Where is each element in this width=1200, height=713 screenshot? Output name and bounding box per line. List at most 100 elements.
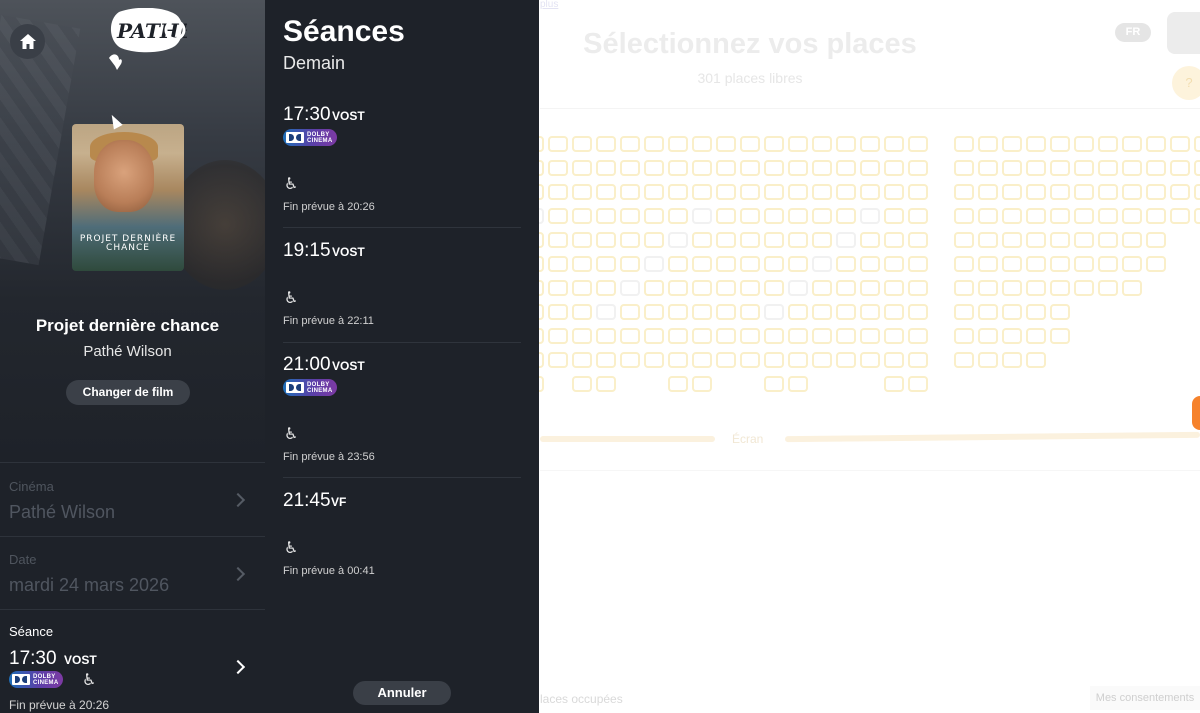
seat[interactable] xyxy=(692,328,712,344)
seat[interactable] xyxy=(954,352,974,368)
cart-button[interactable] xyxy=(1167,12,1200,54)
seat[interactable] xyxy=(572,208,592,224)
seat[interactable] xyxy=(668,328,688,344)
seat[interactable] xyxy=(692,376,712,392)
seat[interactable] xyxy=(692,232,712,248)
seat[interactable] xyxy=(812,280,832,296)
seat[interactable] xyxy=(1122,280,1142,296)
seat[interactable] xyxy=(596,184,616,200)
seat[interactable] xyxy=(1002,208,1022,224)
seat[interactable] xyxy=(954,280,974,296)
top-link[interactable]: plus xyxy=(540,0,558,10)
seat[interactable] xyxy=(978,136,998,152)
seat[interactable] xyxy=(764,160,784,176)
seat[interactable] xyxy=(548,208,568,224)
seat[interactable] xyxy=(740,328,760,344)
seat[interactable] xyxy=(788,328,808,344)
seat[interactable] xyxy=(884,136,904,152)
pathe-logo[interactable]: PATHÉ xyxy=(105,7,195,72)
home-button[interactable] xyxy=(10,24,45,59)
seat[interactable] xyxy=(1002,232,1022,248)
seat[interactable] xyxy=(1002,256,1022,272)
seat[interactable] xyxy=(954,304,974,320)
seat[interactable] xyxy=(1146,136,1166,152)
step-seance[interactable]: Séance 17:30 VOST DOLBY CINEMA ♿ Fin prév… xyxy=(0,609,265,713)
seat[interactable] xyxy=(812,328,832,344)
seat[interactable] xyxy=(1146,208,1166,224)
seat[interactable] xyxy=(644,184,664,200)
seat[interactable] xyxy=(788,160,808,176)
seat[interactable] xyxy=(692,160,712,176)
seat[interactable] xyxy=(716,208,736,224)
seat[interactable] xyxy=(978,352,998,368)
seat[interactable] xyxy=(1146,184,1166,200)
seat[interactable] xyxy=(860,328,880,344)
seat[interactable] xyxy=(596,352,616,368)
seat[interactable] xyxy=(548,136,568,152)
seat[interactable] xyxy=(692,280,712,296)
seat[interactable] xyxy=(620,352,640,368)
seat[interactable] xyxy=(836,232,856,248)
seat[interactable] xyxy=(812,256,832,272)
seat[interactable] xyxy=(884,184,904,200)
seat[interactable] xyxy=(788,352,808,368)
seat[interactable] xyxy=(788,136,808,152)
seat[interactable] xyxy=(548,184,568,200)
seat[interactable] xyxy=(740,184,760,200)
seat[interactable] xyxy=(1074,136,1094,152)
seat[interactable] xyxy=(978,304,998,320)
seat[interactable] xyxy=(1026,208,1046,224)
seat[interactable] xyxy=(596,328,616,344)
seat[interactable] xyxy=(572,352,592,368)
seat[interactable] xyxy=(572,232,592,248)
seat[interactable] xyxy=(716,328,736,344)
seat[interactable] xyxy=(954,136,974,152)
seat[interactable] xyxy=(860,160,880,176)
seat[interactable] xyxy=(884,328,904,344)
seat[interactable] xyxy=(596,232,616,248)
seat[interactable] xyxy=(692,256,712,272)
seat[interactable] xyxy=(668,352,688,368)
seat[interactable] xyxy=(572,328,592,344)
seat[interactable] xyxy=(548,352,568,368)
seat[interactable] xyxy=(978,328,998,344)
seat[interactable] xyxy=(836,280,856,296)
seat[interactable] xyxy=(548,256,568,272)
seat[interactable] xyxy=(1122,208,1142,224)
seat[interactable] xyxy=(764,304,784,320)
orange-side-button[interactable] xyxy=(1192,396,1200,430)
seat[interactable] xyxy=(572,160,592,176)
seat[interactable] xyxy=(740,232,760,248)
seat[interactable] xyxy=(620,304,640,320)
seat[interactable] xyxy=(860,184,880,200)
seat[interactable] xyxy=(644,208,664,224)
seat[interactable] xyxy=(1026,136,1046,152)
seat[interactable] xyxy=(740,136,760,152)
seat[interactable] xyxy=(572,184,592,200)
seat[interactable] xyxy=(668,208,688,224)
seat[interactable] xyxy=(1050,328,1070,344)
seat[interactable] xyxy=(788,232,808,248)
seat[interactable] xyxy=(884,352,904,368)
seat[interactable] xyxy=(908,256,928,272)
seat[interactable] xyxy=(1194,208,1200,224)
seat[interactable] xyxy=(668,256,688,272)
seat[interactable] xyxy=(978,280,998,296)
seat[interactable] xyxy=(1194,160,1200,176)
seat[interactable] xyxy=(978,160,998,176)
seat[interactable] xyxy=(1026,352,1046,368)
seat[interactable] xyxy=(884,280,904,296)
step-date[interactable]: Date mardi 24 mars 2026 xyxy=(0,536,265,609)
seat[interactable] xyxy=(908,304,928,320)
seat[interactable] xyxy=(1050,136,1070,152)
consent-button[interactable]: Mes consentements xyxy=(1090,686,1200,710)
seat[interactable] xyxy=(644,232,664,248)
seat[interactable] xyxy=(740,160,760,176)
seat[interactable] xyxy=(1170,184,1190,200)
seat[interactable] xyxy=(548,304,568,320)
seat[interactable] xyxy=(548,328,568,344)
seat[interactable] xyxy=(620,184,640,200)
showtime-item[interactable]: 19:15 VOST ♿ Fin prévue à 22:11 xyxy=(283,240,521,343)
seat[interactable] xyxy=(812,304,832,320)
seat[interactable] xyxy=(1050,208,1070,224)
